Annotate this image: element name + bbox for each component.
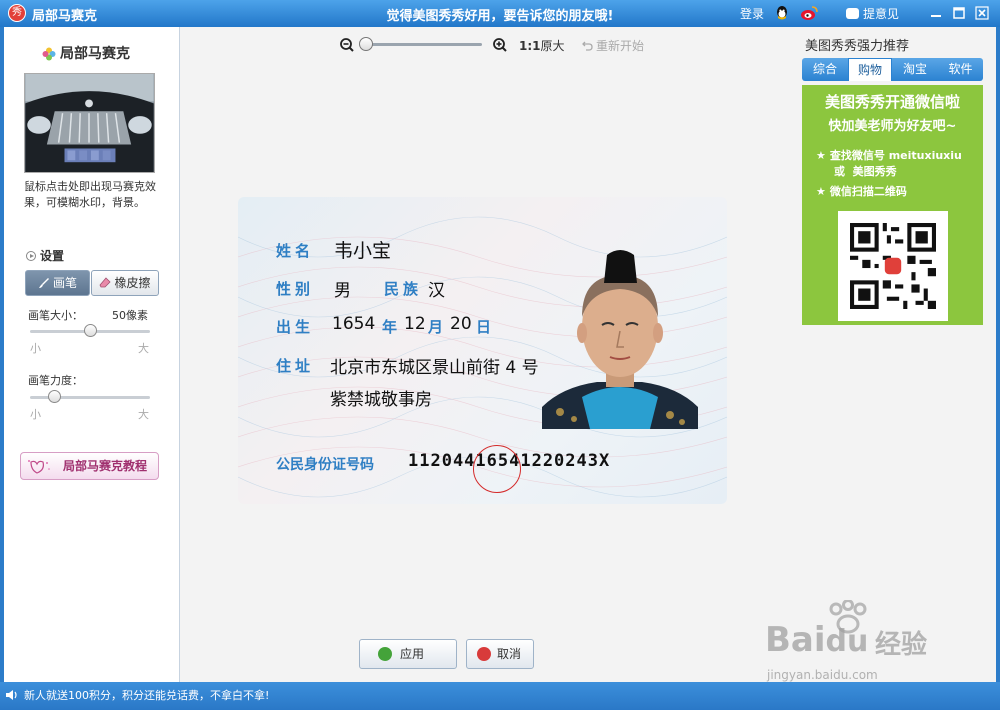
tab-software[interactable]: 软件: [938, 58, 983, 81]
qr-code-frame: [838, 211, 948, 321]
status-message[interactable]: 新人就送100积分，积分还能兑话费，不拿白不拿!: [24, 687, 269, 703]
id-card-canvas[interactable]: 姓名 韦小宝 性别 男 民族 汉 出生 1654 年 12 月 20 日 住址 …: [238, 197, 727, 504]
address-label: 住址: [276, 357, 315, 375]
address-line1: 北京市东城区景山前街 4 号: [330, 358, 539, 378]
undo-icon: [582, 41, 593, 51]
qr-code: [850, 223, 936, 309]
apply-button[interactable]: 应用: [359, 639, 457, 669]
range-min-label: 小: [30, 342, 41, 355]
star-icon: ★: [816, 185, 826, 198]
feedback-label: 提意见: [863, 7, 900, 21]
zoom-slider[interactable]: [364, 43, 482, 46]
ethnicity-label: 民族: [384, 280, 423, 298]
brush-size-slider-thumb[interactable]: [84, 324, 97, 337]
feedback-link[interactable]: 提意见: [846, 5, 899, 22]
wechat-promo-banner[interactable]: 美图秀秀开通微信啦 快加美老师为好友吧~ ★ 查找微信号 meituxiuxiu…: [802, 85, 983, 325]
cancel-x-icon: [477, 647, 491, 661]
tutorial-button[interactable]: 局部马赛克教程: [20, 452, 159, 480]
brush-tab[interactable]: 画笔: [25, 270, 90, 296]
speaker-icon: [6, 690, 17, 700]
birth-label: 出生: [276, 318, 315, 336]
name-label: 姓名: [276, 242, 315, 260]
gender-value: 男: [334, 281, 351, 301]
ethnicity-value: 汉: [428, 281, 445, 301]
tutorial-label: 局部马赛克教程: [63, 459, 148, 473]
car-thumbnail[interactable]: [24, 73, 155, 173]
cancel-button[interactable]: 取消: [466, 639, 534, 669]
tab-general[interactable]: 综合: [802, 58, 848, 81]
close-icon[interactable]: [975, 6, 989, 20]
birth-day: 20: [450, 314, 472, 334]
birth-year-unit: 年: [382, 318, 398, 336]
star-icon: ★: [816, 149, 826, 162]
tab-taobao[interactable]: 淘宝: [892, 58, 938, 81]
left-panel: 局部马赛克 鼠标点击处即出现马赛克效果，可模糊水印，背景。 设置 画笔 橡皮擦 …: [4, 27, 180, 682]
window-title: 局部马赛克: [32, 9, 98, 24]
maximize-icon[interactable]: [952, 6, 966, 20]
recommend-tabs: 综合 购物 淘宝 软件: [802, 58, 983, 81]
gender-label: 性别: [276, 280, 315, 298]
tool-description: 鼠标点击处即出现马赛克效果，可模糊水印，背景。: [24, 180, 156, 209]
range-min-label: 小: [30, 408, 41, 421]
chat-bubble-icon: [846, 8, 859, 19]
promo-subline: 快加美老师为好友吧~: [828, 119, 957, 134]
name-value: 韦小宝: [334, 240, 392, 262]
settings-heading: 设置: [26, 247, 64, 264]
minimize-icon[interactable]: [929, 6, 943, 20]
birth-day-unit: 日: [476, 318, 492, 336]
promo-item-2: ★ 微信扫描二维码: [816, 185, 907, 198]
promo-item-1-cont: 或 美图秀秀: [834, 165, 897, 178]
cancel-label: 取消: [497, 647, 522, 661]
check-icon: [378, 647, 392, 661]
id-number-label: 公民身份证号码: [276, 457, 374, 473]
original-size-button[interactable]: 1:1原大: [519, 37, 565, 54]
zoom-in-icon[interactable]: [493, 38, 507, 52]
panel-title: 局部马赛克: [60, 46, 130, 62]
range-max-label: 大: [138, 342, 149, 355]
zoom-out-icon[interactable]: [340, 38, 354, 52]
zoom-slider-thumb[interactable]: [359, 37, 373, 51]
eraser-tab[interactable]: 橡皮擦: [91, 270, 159, 296]
recommend-title: 美图秀秀强力推荐: [805, 39, 910, 54]
title-bar: 秀 局部马赛克 觉得美图秀秀好用，要告诉您的朋友哦! 登录 提意见: [0, 0, 1000, 27]
apply-label: 应用: [400, 647, 425, 661]
brush-icon: [38, 278, 49, 288]
promo-item-1: ★ 查找微信号 meituxiuxiu: [816, 149, 962, 162]
birth-month-unit: 月: [428, 318, 444, 336]
eraser-icon: [100, 277, 112, 288]
restart-button[interactable]: 重新开始: [582, 37, 644, 54]
brush-size-label: 画笔大小：: [28, 309, 83, 322]
login-link[interactable]: 登录: [740, 5, 764, 22]
birth-year: 1654: [332, 314, 376, 334]
tab-shopping[interactable]: 购物: [848, 58, 892, 81]
portrait-photo: [542, 250, 698, 429]
weibo-icon[interactable]: [800, 5, 818, 21]
brush-size-value: 50像素: [112, 309, 148, 322]
brush-cursor: [473, 445, 521, 493]
hand-icon: [28, 460, 50, 474]
range-max-label: 大: [138, 408, 149, 421]
address-line2: 紫禁城敬事房: [330, 390, 432, 410]
brush-strength-slider-thumb[interactable]: [48, 390, 61, 403]
expand-arrow-icon: [26, 251, 36, 261]
app-logo-icon: 秀: [8, 4, 26, 22]
status-bar: 新人就送100积分，积分还能兑话费，不拿白不拿!: [0, 682, 1000, 710]
brush-strength-label: 画笔力度：: [28, 374, 83, 387]
birth-month: 12: [404, 314, 426, 334]
main-frame: 局部马赛克 鼠标点击处即出现马赛克效果，可模糊水印，背景。 设置 画笔 橡皮擦 …: [4, 27, 996, 682]
qq-icon[interactable]: [774, 5, 790, 21]
promo-headline: 美图秀秀开通微信啦: [824, 93, 960, 111]
